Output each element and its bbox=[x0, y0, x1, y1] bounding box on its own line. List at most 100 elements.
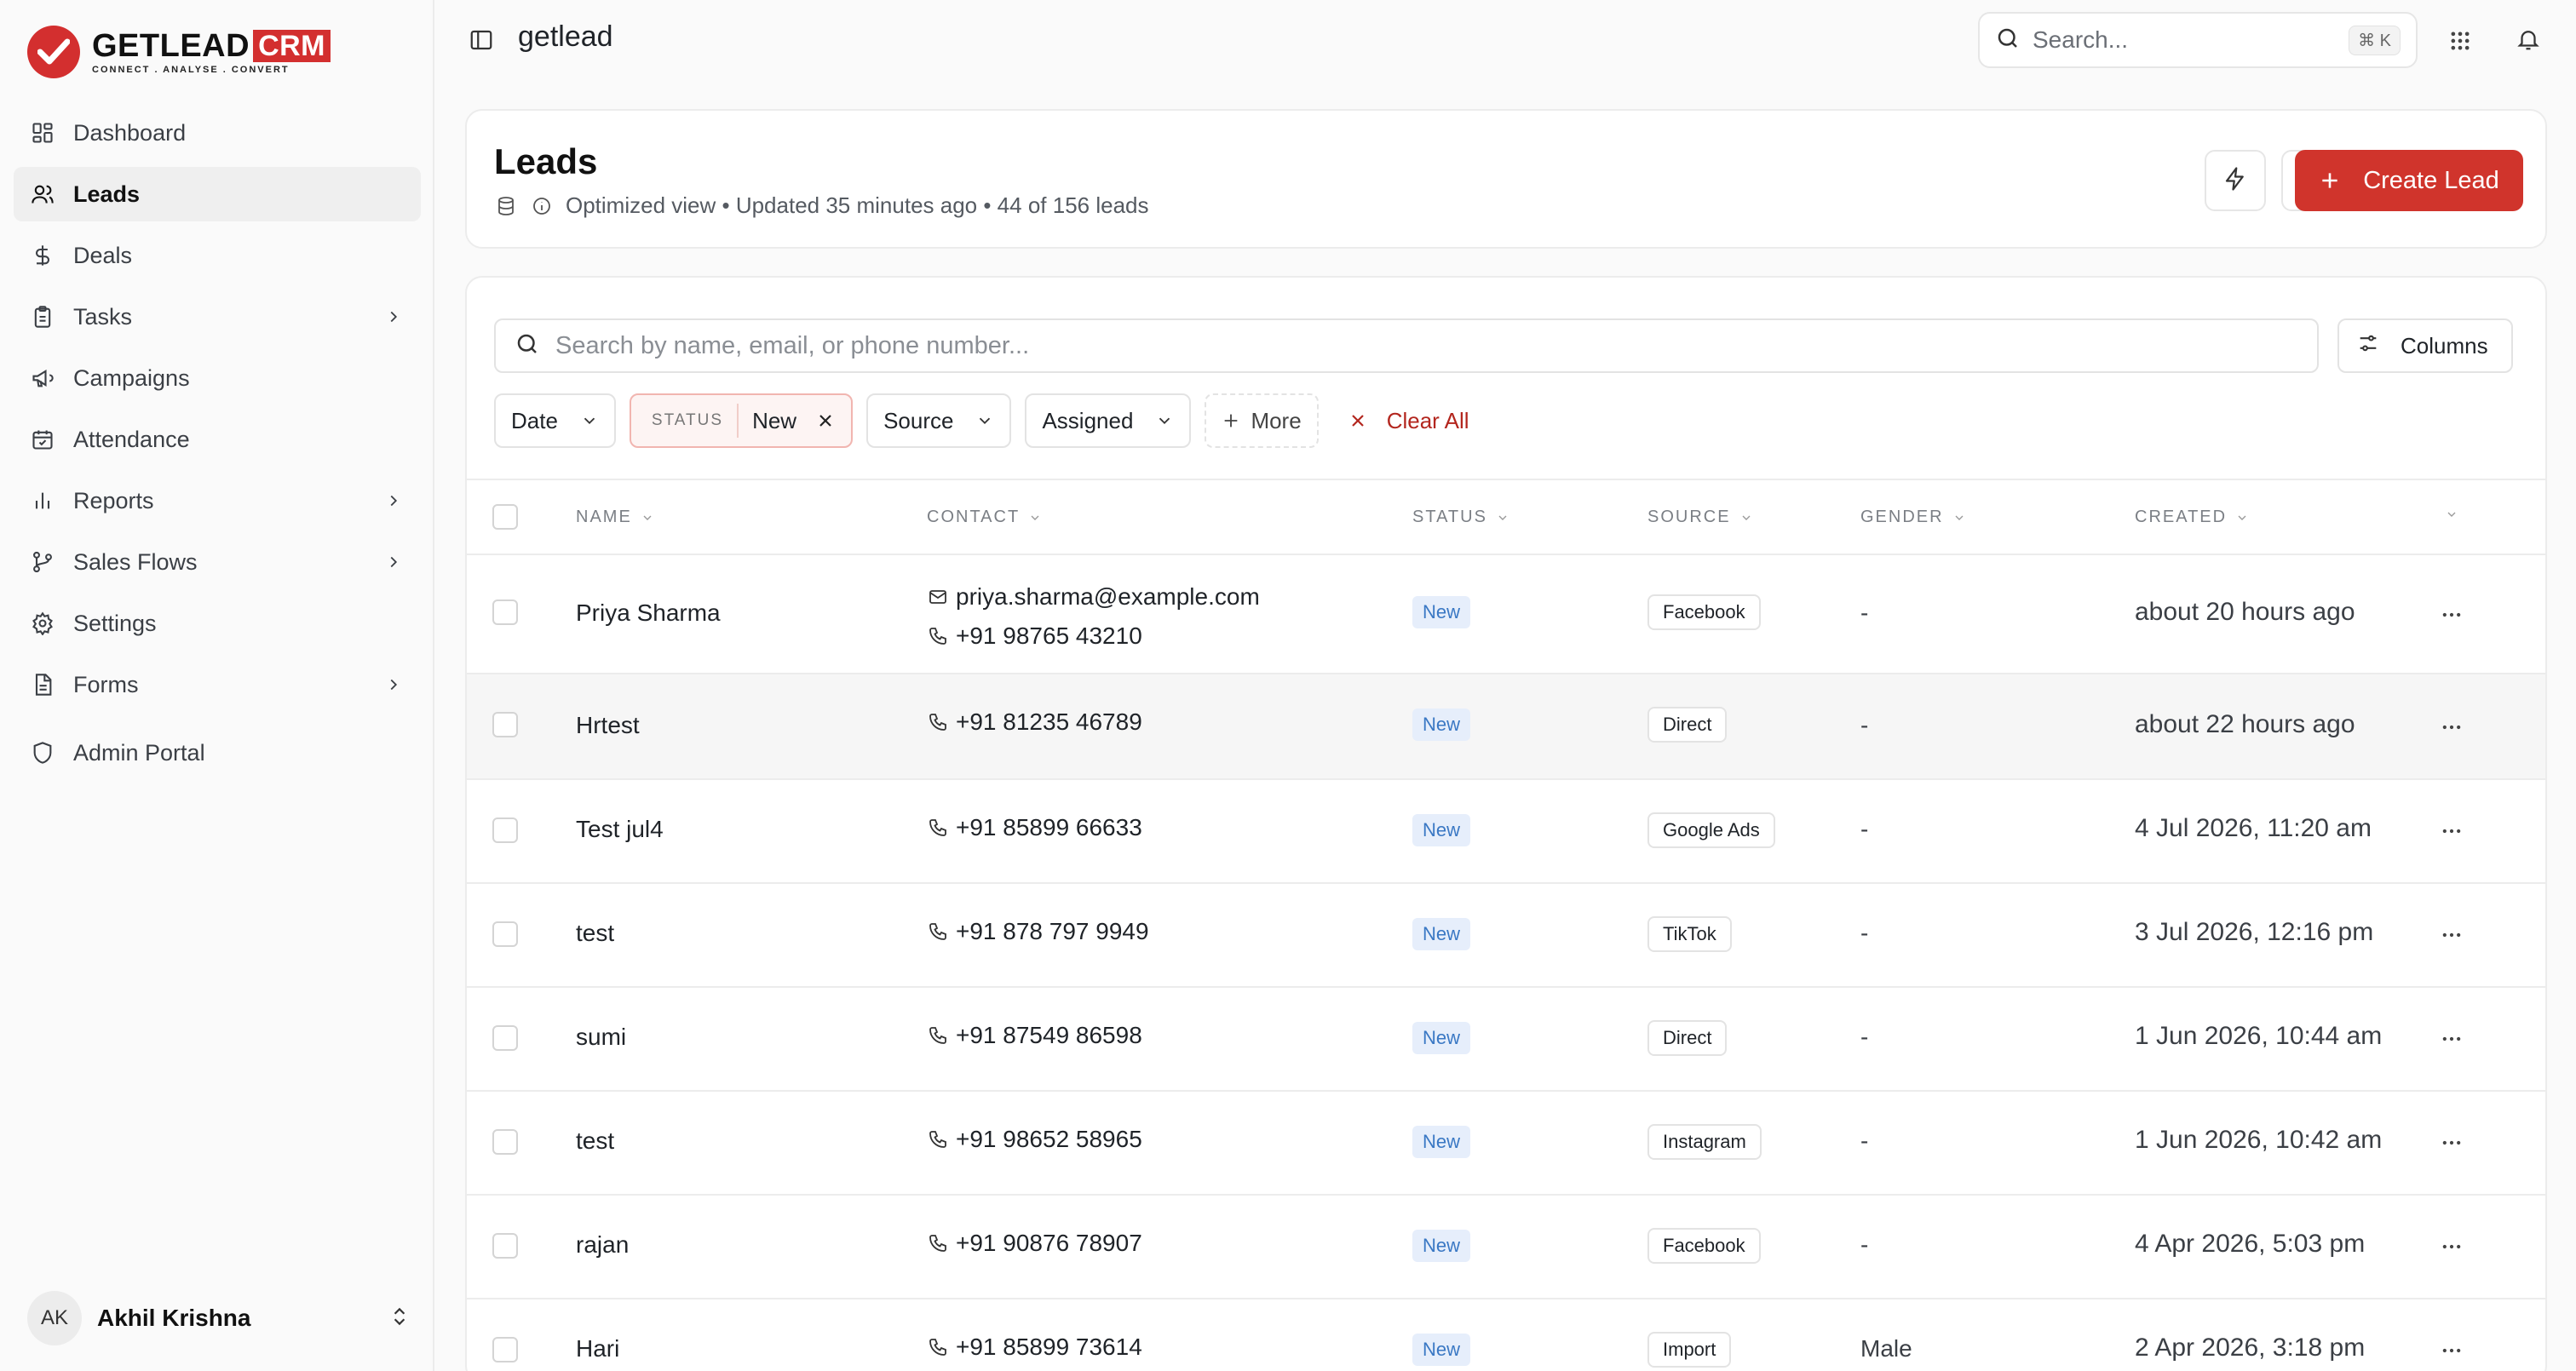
lead-gender: Male bbox=[1860, 1335, 1912, 1362]
shield-icon bbox=[29, 739, 56, 766]
row-menu-icon[interactable] bbox=[2435, 814, 2469, 848]
sidebar-item-dashboard[interactable]: Dashboard bbox=[14, 106, 421, 160]
lead-phone[interactable]: +91 85899 73614 bbox=[956, 1334, 1142, 1361]
lead-name[interactable]: Test jul4 bbox=[576, 816, 664, 843]
apps-grid-icon[interactable] bbox=[2445, 26, 2475, 56]
assigned-filter[interactable]: Assigned bbox=[1025, 393, 1192, 448]
user-menu[interactable]: AK Akhil Krishna bbox=[27, 1289, 411, 1347]
sidebar-item-label: Tasks bbox=[73, 303, 133, 330]
row-menu-icon[interactable] bbox=[2435, 1334, 2469, 1368]
source-badge: Direct bbox=[1647, 707, 1728, 743]
select-all-checkbox[interactable] bbox=[492, 504, 518, 530]
row-checkbox[interactable] bbox=[492, 1337, 518, 1362]
lead-gender: - bbox=[1860, 1024, 1869, 1050]
table-row[interactable]: Priya Sharma priya.sharma@example.com +9… bbox=[467, 555, 2545, 674]
lead-email[interactable]: priya.sharma@example.com bbox=[956, 583, 1260, 611]
table-row[interactable]: test +91 878 797 9949 New TikTok - 3 Jul… bbox=[467, 884, 2545, 988]
lead-name[interactable]: Hrtest bbox=[576, 712, 640, 739]
lead-created: 2 Apr 2026, 3:18 pm bbox=[2135, 1334, 2366, 1362]
brand-logo[interactable]: GETLEAD CRM CONNECT . ANALYSE . CONVERT bbox=[27, 26, 331, 78]
row-checkbox[interactable] bbox=[492, 712, 518, 737]
sidebar-item-deals[interactable]: Deals bbox=[14, 228, 421, 283]
sidebar-item-forms[interactable]: Forms bbox=[14, 657, 421, 712]
source-badge: Facebook bbox=[1647, 594, 1761, 630]
column-settings-chevron-icon[interactable] bbox=[2445, 508, 2458, 521]
automation-button[interactable] bbox=[2205, 150, 2266, 211]
lead-contact: +91 81235 46789 bbox=[927, 708, 1142, 736]
mail-icon bbox=[927, 586, 949, 608]
lead-search-input[interactable]: Search by name, email, or phone number..… bbox=[494, 318, 2319, 373]
lead-name[interactable]: test bbox=[576, 920, 614, 947]
lead-name[interactable]: rajan bbox=[576, 1231, 629, 1259]
column-header-created[interactable]: CREATED bbox=[2135, 508, 2249, 527]
sidebar-item-admin-portal[interactable]: Admin Portal bbox=[14, 726, 421, 780]
table-row[interactable]: test +91 98652 58965 New Instagram - 1 J… bbox=[467, 1092, 2545, 1196]
sidebar-item-reports[interactable]: Reports bbox=[14, 473, 421, 528]
source-filter[interactable]: Source bbox=[866, 393, 1012, 448]
chevron-down-icon bbox=[1739, 511, 1753, 525]
table-row[interactable]: Hrtest +91 81235 46789 New Direct - abou… bbox=[467, 674, 2545, 780]
more-filters-button[interactable]: More bbox=[1205, 393, 1319, 448]
row-checkbox[interactable] bbox=[492, 921, 518, 947]
column-header-status[interactable]: STATUS bbox=[1412, 508, 1509, 527]
row-menu-icon[interactable] bbox=[2435, 918, 2469, 952]
lead-phone[interactable]: +91 87549 86598 bbox=[956, 1022, 1142, 1049]
chevron-down-icon bbox=[580, 411, 599, 430]
lead-phone[interactable]: +91 81235 46789 bbox=[956, 708, 1142, 736]
row-checkbox[interactable] bbox=[492, 599, 518, 625]
sidebar-item-leads[interactable]: Leads bbox=[14, 167, 421, 221]
sidebar-item-settings[interactable]: Settings bbox=[14, 596, 421, 651]
sidebar-item-attendance[interactable]: Attendance bbox=[14, 412, 421, 467]
chevron-down-icon bbox=[1028, 511, 1042, 525]
topbar: getlead Search... ⌘ K bbox=[434, 0, 2576, 82]
row-menu-icon[interactable] bbox=[2435, 710, 2469, 744]
column-header-source[interactable]: SOURCE bbox=[1647, 508, 1753, 527]
create-lead-button[interactable]: Create Lead bbox=[2295, 150, 2523, 211]
table-row[interactable]: Test jul4 +91 85899 66633 New Google Ads… bbox=[467, 780, 2545, 884]
bell-icon[interactable] bbox=[2513, 24, 2544, 54]
table-row[interactable]: rajan +91 90876 78907 New Facebook - 4 A… bbox=[467, 1196, 2545, 1299]
clear-all-button[interactable]: Clear All bbox=[1348, 408, 1469, 434]
lead-phone[interactable]: +91 98765 43210 bbox=[956, 622, 1142, 650]
sidebar-toggle-icon[interactable] bbox=[465, 24, 497, 56]
table-row[interactable]: Hari +91 85899 73614 New Import Male 2 A… bbox=[467, 1299, 2545, 1371]
lead-name[interactable]: Priya Sharma bbox=[576, 599, 721, 627]
row-menu-icon[interactable] bbox=[2435, 1230, 2469, 1264]
check-badge-icon bbox=[27, 26, 80, 78]
info-icon[interactable] bbox=[530, 194, 554, 218]
source-badge: Facebook bbox=[1647, 1228, 1761, 1264]
lead-phone[interactable]: +91 98652 58965 bbox=[956, 1126, 1142, 1153]
close-icon bbox=[1348, 410, 1368, 431]
columns-button[interactable]: Columns bbox=[2337, 318, 2513, 373]
row-menu-icon[interactable] bbox=[2435, 598, 2469, 632]
date-filter[interactable]: Date bbox=[494, 393, 616, 448]
close-icon[interactable] bbox=[815, 410, 836, 431]
phone-icon bbox=[927, 1128, 949, 1150]
table-row[interactable]: sumi +91 87549 86598 New Direct - 1 Jun … bbox=[467, 988, 2545, 1092]
row-checkbox[interactable] bbox=[492, 1129, 518, 1155]
lead-name[interactable]: Hari bbox=[576, 1335, 619, 1362]
filter-bar: Date STATUS New Source Assigned More Cle… bbox=[494, 393, 1469, 448]
chevron-down-icon bbox=[1496, 511, 1509, 525]
lead-name[interactable]: test bbox=[576, 1127, 614, 1155]
row-checkbox[interactable] bbox=[492, 817, 518, 843]
global-search-input[interactable]: Search... ⌘ K bbox=[1978, 12, 2418, 68]
column-header-name[interactable]: NAME bbox=[576, 508, 654, 527]
sidebar-item-campaigns[interactable]: Campaigns bbox=[14, 351, 421, 405]
users-icon bbox=[29, 181, 56, 208]
lead-phone[interactable]: +91 90876 78907 bbox=[956, 1230, 1142, 1257]
lead-phone[interactable]: +91 878 797 9949 bbox=[956, 918, 1149, 945]
lead-created: about 22 hours ago bbox=[2135, 710, 2355, 738]
brand-tagline: CONNECT . ANALYSE . CONVERT bbox=[92, 65, 290, 75]
lead-name[interactable]: sumi bbox=[576, 1024, 626, 1051]
row-checkbox[interactable] bbox=[492, 1025, 518, 1051]
status-filter[interactable]: STATUS New bbox=[629, 393, 854, 448]
column-header-contact[interactable]: CONTACT bbox=[927, 508, 1042, 527]
lead-phone[interactable]: +91 85899 66633 bbox=[956, 814, 1142, 841]
column-header-gender[interactable]: GENDER bbox=[1860, 508, 1966, 527]
sidebar-item-sales-flows[interactable]: Sales Flows bbox=[14, 535, 421, 589]
row-menu-icon[interactable] bbox=[2435, 1126, 2469, 1160]
sidebar-item-tasks[interactable]: Tasks bbox=[14, 290, 421, 344]
row-menu-icon[interactable] bbox=[2435, 1022, 2469, 1056]
row-checkbox[interactable] bbox=[492, 1233, 518, 1259]
